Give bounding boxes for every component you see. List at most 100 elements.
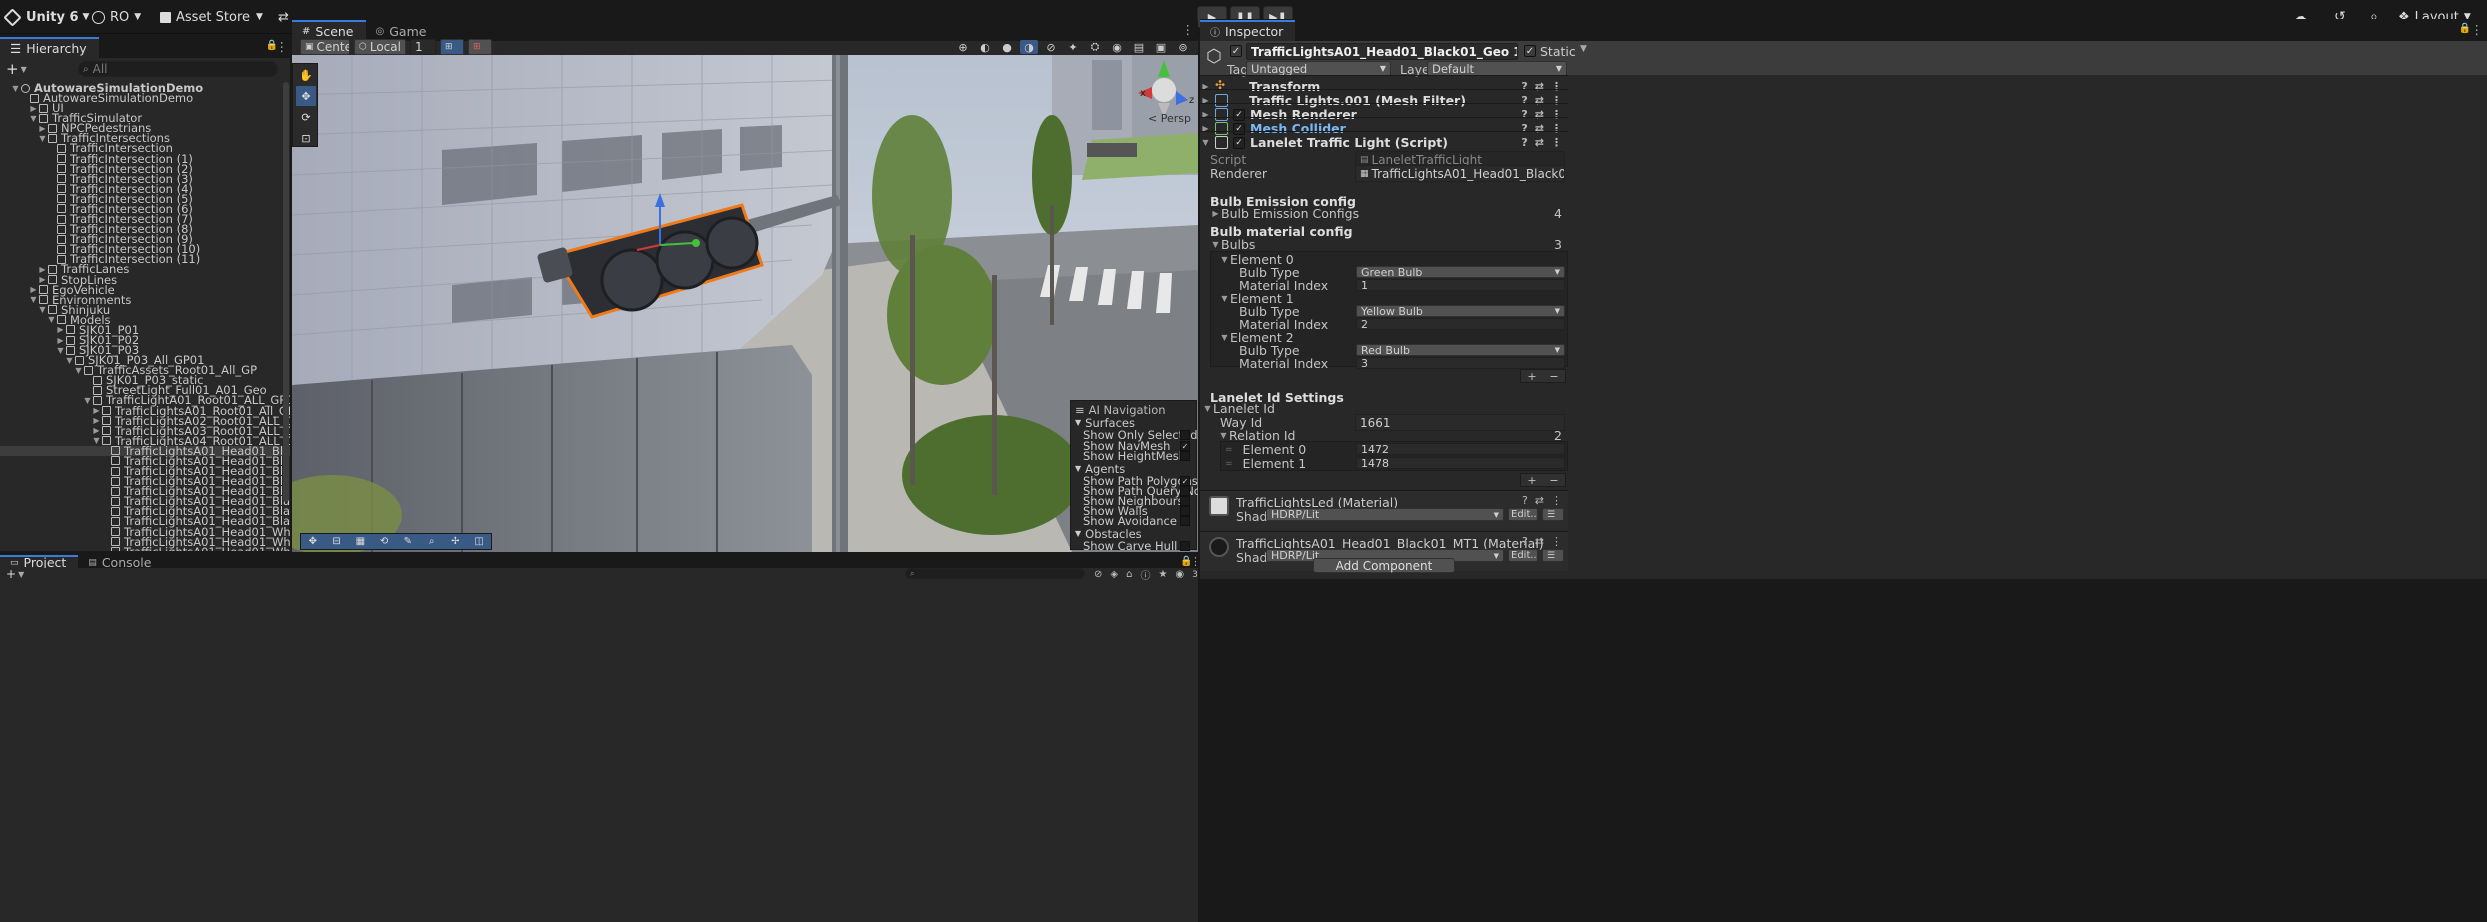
static-checkbox[interactable]: ✓: [1524, 45, 1536, 57]
foldout-arrow-icon[interactable]: ▼: [1219, 333, 1230, 342]
effects-icon[interactable]: ✦: [1064, 40, 1082, 54]
add-element-icon[interactable]: +: [1527, 474, 1536, 487]
material-index-input[interactable]: 1: [1356, 279, 1565, 291]
drag-handle-icon[interactable]: =: [1225, 459, 1233, 469]
layers-icon[interactable]: ▤: [1130, 40, 1148, 54]
hierarchy-scrollbar[interactable]: [283, 82, 289, 502]
shader-menu-button[interactable]: ☰: [1542, 549, 1564, 562]
bulb-type-dropdown[interactable]: Red Bulb ▼: [1356, 344, 1565, 356]
expand-arrow-icon[interactable]: ▼: [37, 305, 48, 314]
expand-arrow-icon[interactable]: ▼: [46, 315, 57, 324]
hierarchy-row[interactable]: ▶ UI: [0, 101, 290, 115]
draw-mode-icon[interactable]: ◐: [976, 40, 994, 54]
account-dropdown[interactable]: RO ▼: [92, 0, 141, 34]
label-icon[interactable]: ◈: [1110, 569, 1118, 580]
hierarchy-row[interactable]: ▶ EgoVehicle: [0, 283, 290, 297]
info-icon[interactable]: ⓘ: [1140, 567, 1150, 582]
panel-menu-icon[interactable]: ⋮: [1190, 555, 1201, 568]
foldout-arrow-icon[interactable]: ▼: [1200, 138, 1211, 147]
lock-icon[interactable]: 🔒: [2459, 23, 2471, 34]
drag-handle-icon[interactable]: =: [1225, 445, 1233, 455]
pan-icon[interactable]: ✢: [447, 534, 465, 549]
hierarchy-row[interactable]: ▼ Models: [0, 313, 290, 327]
expand-arrow-icon[interactable]: ▼: [73, 366, 84, 375]
collapse-arrow-icon[interactable]: ▶: [37, 265, 48, 274]
material-index-input[interactable]: 2: [1356, 318, 1565, 330]
show-heightmesh-row[interactable]: Show HeightMesh: [1083, 449, 1196, 463]
rotate-tool-icon[interactable]: ⟳: [296, 107, 316, 127]
foldout-arrow-icon[interactable]: ▼: [1218, 431, 1229, 440]
foldout-arrow-icon[interactable]: ▼: [1219, 255, 1230, 264]
collapse-arrow-icon[interactable]: ▶: [91, 416, 102, 425]
chevron-down-icon[interactable]: ▼: [21, 65, 27, 74]
expand-arrow-icon[interactable]: ▼: [10, 84, 21, 93]
collapse-arrow-icon[interactable]: ▶: [28, 104, 39, 113]
pivot-dropdown[interactable]: ▣ Center: [300, 39, 350, 55]
gizmo-tools-icon[interactable]: ⛭: [1086, 40, 1104, 54]
panel-menu-icon[interactable]: ⋮: [276, 39, 289, 54]
brush-icon[interactable]: ✎: [399, 534, 417, 549]
scale-tool-icon[interactable]: ⊡: [296, 128, 316, 148]
snap-toggle[interactable]: ⊞: [468, 39, 492, 55]
shader-menu-button[interactable]: ☰: [1542, 508, 1564, 521]
hand-tool-icon[interactable]: ✋: [296, 65, 316, 85]
tab-console[interactable]: ▤ Console: [78, 555, 164, 570]
add-element-icon[interactable]: +: [1527, 370, 1536, 383]
remove-element-icon[interactable]: −: [1549, 474, 1558, 487]
object-name-input[interactable]: TrafficLightsA01_Head01_Black01_Geo 13: [1246, 43, 1518, 60]
tab-game[interactable]: ◎ Game: [365, 20, 439, 41]
grid-icon[interactable]: ▦: [352, 534, 370, 549]
expand-arrow-icon[interactable]: ▼: [28, 114, 39, 123]
lighting-icon[interactable]: ●: [998, 40, 1016, 54]
collapse-arrow-icon[interactable]: ▶: [37, 275, 48, 284]
expand-arrow-icon[interactable]: ▼: [64, 356, 75, 365]
hierarchy-row[interactable]: ▶ SJK01_P02: [0, 333, 290, 347]
hierarchy-row[interactable]: ▼ Shinjuku: [0, 303, 290, 317]
unity-menu[interactable]: Unity 6 ▼: [3, 0, 89, 34]
move-icon[interactable]: ✥: [304, 534, 322, 549]
chevron-down-icon[interactable]: ▼: [1580, 44, 1587, 54]
show-avoidance-row[interactable]: Show Avoidance: [1083, 514, 1196, 528]
add-icon[interactable]: +: [6, 60, 19, 78]
layer-dropdown[interactable]: Default ▼: [1427, 61, 1567, 76]
camera-icon[interactable]: ◫: [470, 534, 488, 549]
zoom-icon[interactable]: ⌕: [423, 534, 441, 549]
version-control-icon[interactable]: ⇄: [278, 0, 289, 34]
eye-icon[interactable]: ◉: [1175, 569, 1184, 580]
filter-icon[interactable]: ⊘: [1094, 569, 1102, 580]
camera-icon[interactable]: ▣: [1152, 40, 1170, 54]
show-carve-hull-row[interactable]: Show Carve Hull: [1083, 539, 1196, 552]
relation-id-input[interactable]: 1472: [1356, 443, 1565, 455]
hierarchy-row[interactable]: ▶ StopLines: [0, 273, 290, 287]
tab-hierarchy[interactable]: ☰ Hierarchy: [0, 37, 99, 58]
show-heightmesh-checkbox[interactable]: [1180, 450, 1190, 461]
hierarchy-row[interactable]: ▼ Environments: [0, 293, 290, 307]
shader-dropdown[interactable]: HDRP/Lit ▼: [1266, 508, 1504, 521]
panel-menu-icon[interactable]: ⋮: [1182, 22, 1195, 37]
hierarchy-row[interactable]: ▶ SJK01_P01: [0, 323, 290, 337]
globe-icon[interactable]: ⊕: [954, 40, 972, 54]
hierarchy-row[interactable]: TrafficIntersection (11): [0, 252, 290, 266]
collapse-arrow-icon[interactable]: ▶: [37, 124, 48, 133]
collapse-arrow-icon[interactable]: ▶: [55, 336, 66, 345]
help-icon[interactable]: ?: [1522, 535, 1528, 548]
move-tool-icon[interactable]: ✥: [296, 86, 316, 106]
expand-arrow-icon[interactable]: ▼: [91, 436, 102, 445]
tab-scene[interactable]: # Scene: [292, 20, 366, 41]
show-only-selected-checkbox[interactable]: [1180, 429, 1190, 440]
help-icon[interactable]: ?: [1522, 494, 1528, 507]
drag-handle-icon[interactable]: ≡: [1075, 403, 1085, 417]
more-icon[interactable]: ⋮: [1551, 136, 1562, 149]
shading-icon[interactable]: ◑: [1020, 40, 1038, 54]
relation-id-input[interactable]: 1478: [1356, 457, 1565, 469]
grid-toggle[interactable]: ⊞: [440, 39, 464, 55]
preset-icon[interactable]: ⇄: [1535, 535, 1544, 548]
collapse-arrow-icon[interactable]: ▶: [55, 325, 66, 334]
expand-arrow-icon[interactable]: ▼: [82, 396, 93, 405]
bulb-type-dropdown[interactable]: Green Bulb ▼: [1356, 266, 1565, 278]
foldout-arrow-icon[interactable]: ▼: [1219, 294, 1230, 303]
help-icon[interactable]: ?: [1521, 136, 1527, 149]
foldout-arrow-icon[interactable]: ▼: [1210, 240, 1221, 249]
collapse-arrow-icon[interactable]: ▶: [91, 426, 102, 435]
tag-dropdown[interactable]: Untagged ▼: [1246, 61, 1391, 76]
